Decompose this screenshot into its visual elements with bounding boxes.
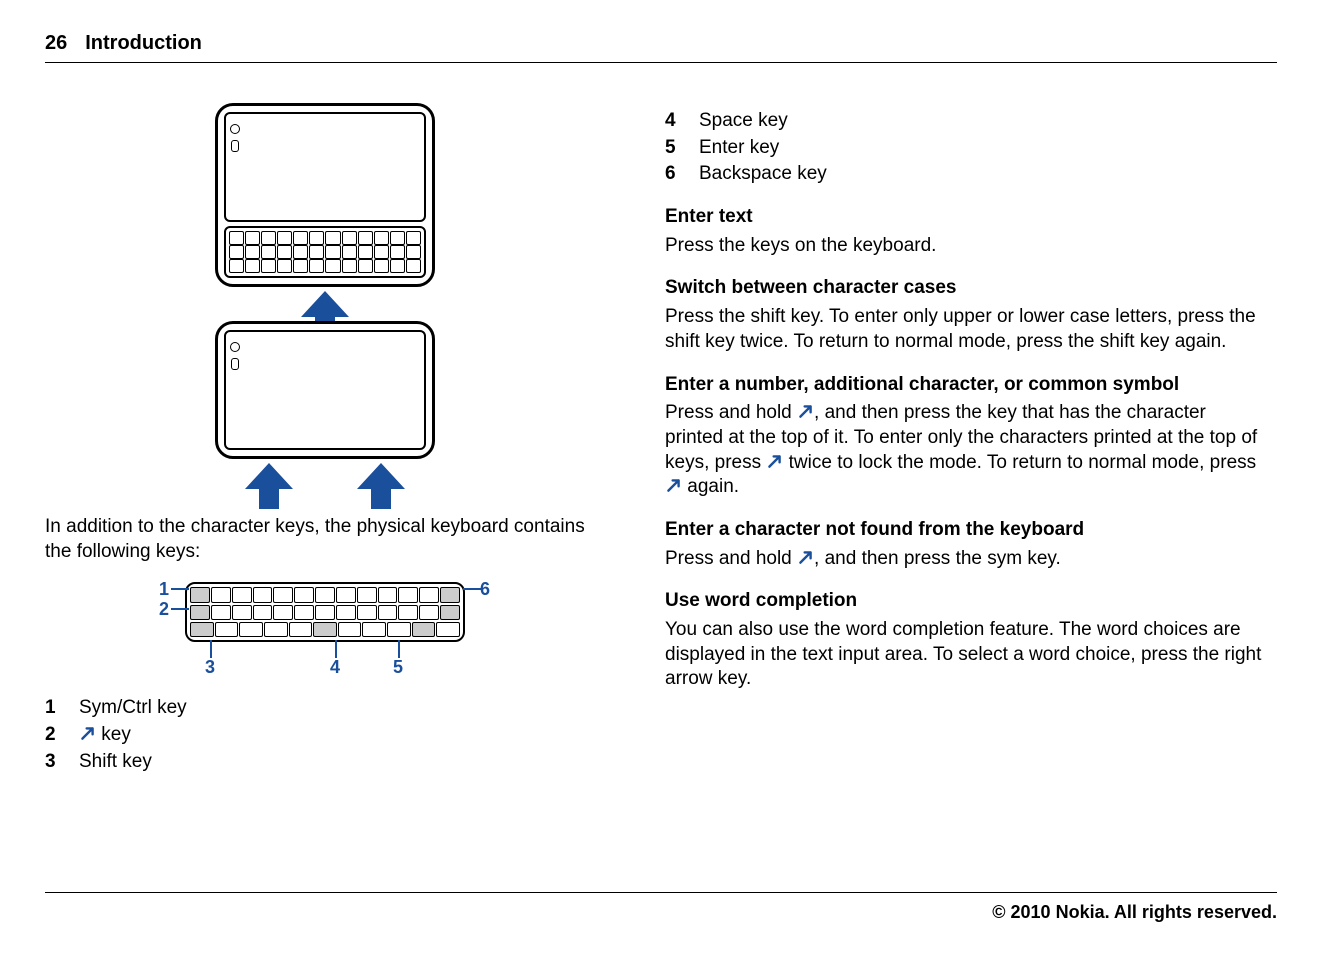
body-text: Press the shift key. To enter only upper… — [665, 305, 1265, 354]
subheading: Switch between character cases — [665, 276, 1265, 301]
left-column: In addition to the character keys, the p… — [45, 103, 605, 776]
sym-key-icon — [797, 403, 814, 420]
subheading: Enter a character not found from the key… — [665, 518, 1265, 543]
body-text: Press the keys on the keyboard. — [665, 234, 1265, 259]
subheading: Use word completion — [665, 589, 1265, 614]
legend-number: 5 — [665, 136, 699, 161]
callout-6: 6 — [480, 578, 490, 601]
device-open — [215, 103, 435, 287]
legend-text: key — [79, 723, 605, 748]
subheading: Enter text — [665, 205, 1265, 230]
instruction-sections: Enter text Press the keys on the keyboard… — [665, 205, 1265, 692]
callout-3: 3 — [205, 656, 215, 679]
legend-row: 1Sym/Ctrl key — [45, 696, 605, 721]
device-closed — [215, 321, 435, 459]
legend-row: 4Space key — [665, 109, 1265, 134]
arrow-up-icon — [301, 291, 349, 317]
legend-text: Backspace key — [699, 162, 1265, 187]
legend-text: Sym/Ctrl key — [79, 696, 605, 721]
sym-key-icon — [766, 453, 783, 470]
legend-number: 4 — [665, 109, 699, 134]
body-text: Press and hold , and then press the key … — [665, 401, 1265, 500]
legend-number: 3 — [45, 750, 79, 775]
legend-row: 6Backspace key — [665, 162, 1265, 187]
arrow-row — [215, 459, 435, 493]
legend-text: Shift key — [79, 750, 605, 775]
arrow-up-icon — [357, 463, 405, 489]
callout-2: 2 — [159, 598, 169, 621]
body-text: You can also use the word completion fea… — [665, 618, 1265, 692]
keyboard-diagram: 1 2 3 4 5 6 — [135, 578, 515, 678]
legend-row: 3Shift key — [45, 750, 605, 775]
subheading: Enter a number, additional character, or… — [665, 373, 1265, 398]
page-number: 26 — [45, 30, 67, 56]
legend-row: 5Enter key — [665, 136, 1265, 161]
legend-number: 2 — [45, 723, 79, 748]
manual-page: 26 Introduction — [0, 0, 1322, 776]
sym-key-icon — [665, 477, 682, 494]
copyright: © 2010 Nokia. All rights reserved. — [992, 902, 1277, 922]
arrow-up-icon — [245, 463, 293, 489]
legend-text: Space key — [699, 109, 1265, 134]
page-footer: © 2010 Nokia. All rights reserved. — [45, 892, 1277, 924]
section-title: Introduction — [85, 30, 202, 56]
legend-right: 4Space key5Enter key6Backspace key — [665, 109, 1265, 187]
legend-number: 1 — [45, 696, 79, 721]
right-column: 4Space key5Enter key6Backspace key Enter… — [665, 103, 1265, 776]
intro-paragraph: In addition to the character keys, the p… — [45, 515, 605, 564]
body-text: Press and hold , and then press the sym … — [665, 547, 1265, 572]
legend-row: 2 key — [45, 723, 605, 748]
callout-4: 4 — [330, 656, 340, 679]
device-slide-illustration — [45, 103, 605, 493]
callout-5: 5 — [393, 656, 403, 679]
content-columns: In addition to the character keys, the p… — [45, 103, 1277, 776]
legend-text: Enter key — [699, 136, 1265, 161]
legend-number: 6 — [665, 162, 699, 187]
page-header: 26 Introduction — [45, 30, 1277, 63]
sym-key-icon — [79, 725, 96, 742]
legend-left: 1Sym/Ctrl key2 key3Shift key — [45, 696, 605, 774]
sym-key-icon — [797, 549, 814, 566]
